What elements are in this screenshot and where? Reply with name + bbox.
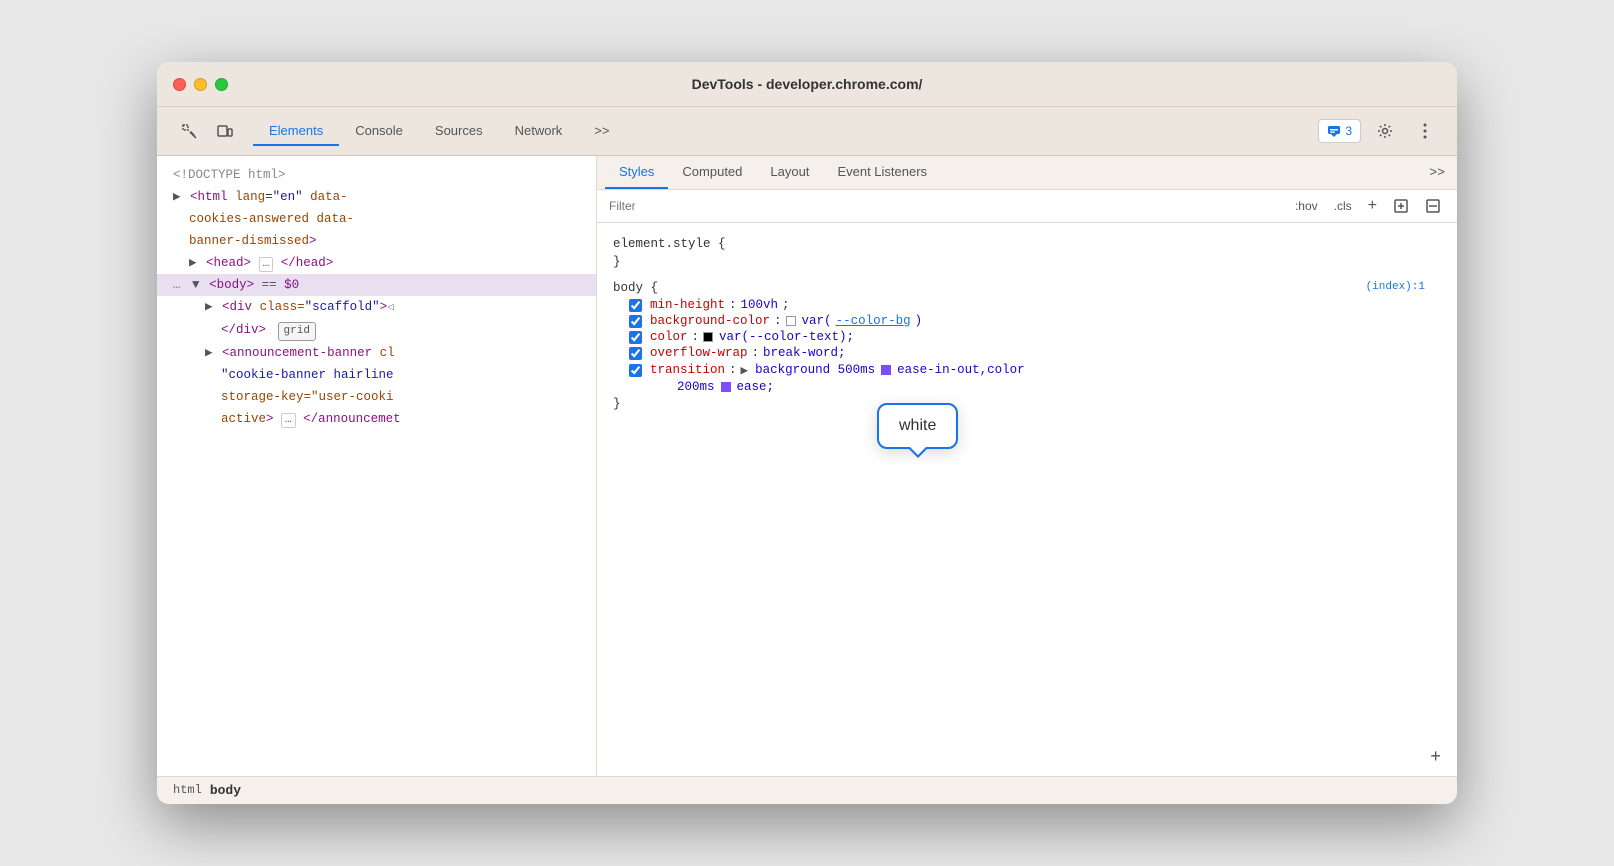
title-bar: DevTools - developer.chrome.com/	[157, 62, 1457, 107]
body-style-close: }	[597, 395, 1457, 413]
dom-announcement2: "cookie-banner hairline	[157, 364, 596, 386]
element-style-selector: element.style {	[597, 235, 1457, 253]
tab-network[interactable]: Network	[499, 117, 579, 146]
traffic-lights	[173, 78, 228, 91]
rule-color: color : var(--color-text);	[597, 329, 1457, 345]
dom-doctype: <!DOCTYPE html>	[157, 164, 596, 186]
transition-expand-icon[interactable]: ▶	[741, 362, 749, 378]
toggle-element-state[interactable]	[1389, 194, 1413, 218]
color-tooltip: white	[877, 403, 958, 449]
dom-panel: <!DOCTYPE html> ▶ <html lang="en" data- …	[157, 156, 597, 776]
styles-panel: Styles Computed Layout Event Listeners >…	[597, 156, 1457, 776]
inspect-styles-button[interactable]	[1421, 194, 1445, 218]
dom-html-attr3: banner-dismissed>	[157, 230, 596, 252]
dom-announcement4: active> … </announcemet	[157, 408, 596, 430]
breadcrumb-body[interactable]: body	[210, 783, 241, 798]
rule-bg-color-checkbox[interactable]	[629, 315, 642, 328]
toolbar: Elements Console Sources Network >> 3	[157, 107, 1457, 156]
hov-button[interactable]: :hov	[1291, 197, 1322, 215]
filter-bar: :hov .cls +	[597, 190, 1457, 223]
tab-computed[interactable]: Computed	[668, 156, 756, 189]
dom-div-close: </div> grid	[157, 319, 596, 343]
styles-more-tabs[interactable]: >>	[1425, 157, 1449, 188]
close-button[interactable]	[173, 78, 186, 91]
cls-button[interactable]: .cls	[1330, 197, 1356, 215]
dom-html-attr2: cookies-answered data-	[157, 208, 596, 230]
toolbar-right: 3	[1318, 115, 1441, 147]
rule-overflow-wrap-checkbox[interactable]	[629, 347, 642, 360]
breadcrumb-html[interactable]: html	[173, 783, 202, 798]
rule-transition: transition : ▶ background 500ms ease-in-…	[597, 361, 1457, 379]
body-style-block: body { (index):1 min-height : 100vh ;	[597, 275, 1457, 417]
main-tabs: Elements Console Sources Network >>	[253, 117, 1314, 146]
element-style-block: element.style { }	[597, 231, 1457, 275]
maximize-button[interactable]	[215, 78, 228, 91]
device-toggle-button[interactable]	[209, 115, 241, 147]
rule-background-color: background-color : var(--color-bg)	[597, 313, 1457, 329]
dom-announcement3: storage-key="user-cooki	[157, 386, 596, 408]
window-title: DevTools - developer.chrome.com/	[692, 76, 923, 92]
dom-body[interactable]: … ▼ <body> == $0	[157, 274, 596, 296]
rule-color-checkbox[interactable]	[629, 331, 642, 344]
inspect-element-button[interactable]	[173, 115, 205, 147]
add-style-rule-button[interactable]: +	[1430, 748, 1441, 768]
devtools-window: DevTools - developer.chrome.com/ Element…	[157, 62, 1457, 804]
tab-console[interactable]: Console	[339, 117, 419, 146]
rule-transition-checkbox[interactable]	[629, 364, 642, 377]
messages-count: 3	[1345, 124, 1352, 138]
dom-head[interactable]: ▶ <head> … </head>	[157, 252, 596, 274]
filter-actions: :hov .cls +	[1291, 194, 1445, 218]
messages-badge[interactable]: 3	[1318, 119, 1361, 143]
styles-tabs: Styles Computed Layout Event Listeners >…	[597, 156, 1457, 190]
ease-swatch[interactable]	[721, 382, 731, 392]
bg-color-swatch[interactable]	[786, 316, 796, 326]
rule-min-height-checkbox[interactable]	[629, 299, 642, 312]
rule-overflow-wrap: overflow-wrap : break-word;	[597, 345, 1457, 361]
tab-sources[interactable]: Sources	[419, 117, 499, 146]
filter-input[interactable]	[609, 199, 1279, 213]
more-options-button[interactable]	[1409, 115, 1441, 147]
main-content: <!DOCTYPE html> ▶ <html lang="en" data- …	[157, 156, 1457, 776]
tab-layout[interactable]: Layout	[756, 156, 823, 189]
rule-min-height: min-height : 100vh ;	[597, 297, 1457, 313]
styles-content: element.style { } body { (index):1 min-h…	[597, 223, 1457, 776]
dom-html-open[interactable]: ▶ <html lang="en" data-	[157, 186, 596, 208]
ease-in-out-swatch[interactable]	[881, 365, 891, 375]
dom-announcement[interactable]: ▶ <announcement-banner cl	[157, 342, 596, 364]
tooltip-text: white	[899, 417, 936, 434]
tab-styles[interactable]: Styles	[605, 156, 668, 189]
tab-more[interactable]: >>	[578, 117, 625, 146]
minimize-button[interactable]	[194, 78, 207, 91]
color-bg-link[interactable]: --color-bg	[836, 314, 911, 328]
color-swatch[interactable]	[703, 332, 713, 342]
element-style-close: }	[597, 253, 1457, 271]
breadcrumb: html body	[157, 776, 1457, 804]
body-selector: body { (index):1	[597, 279, 1457, 297]
settings-button[interactable]	[1369, 115, 1401, 147]
dom-div-scaffold[interactable]: ▶ <div class="scaffold">◁	[157, 296, 596, 319]
tab-event-listeners[interactable]: Event Listeners	[823, 156, 941, 189]
new-style-rule-button[interactable]: +	[1364, 195, 1381, 217]
tab-elements[interactable]: Elements	[253, 117, 339, 146]
rule-transition-cont: 200ms ease;	[597, 379, 1457, 395]
style-source[interactable]: (index):1	[1366, 281, 1425, 293]
